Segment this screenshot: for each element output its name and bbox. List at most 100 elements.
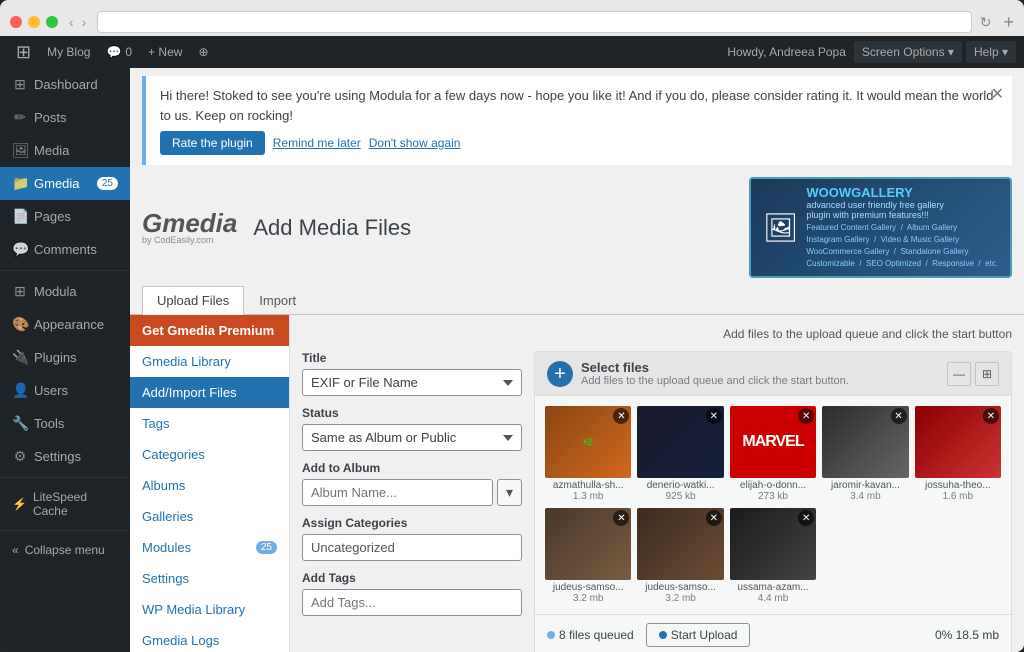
wp-logo-icon: ⊞: [16, 42, 31, 63]
queued-info: 8 files queued: [547, 628, 634, 642]
address-bar[interactable]: [97, 11, 971, 33]
sidebar-item-appearance[interactable]: 🎨 Appearance: [0, 308, 130, 341]
nav-modules[interactable]: Modules 25: [130, 532, 289, 563]
file-thumb-5[interactable]: ✕ judeus-samso... 3.2 mb: [545, 508, 631, 604]
sidebar-item-modula[interactable]: ⊞ Modula: [0, 275, 130, 308]
gmedia-icon: 📁: [12, 175, 28, 192]
thumb-size-0: 1.3 mb: [545, 491, 631, 502]
new-item[interactable]: + New: [140, 36, 190, 68]
reload-icon[interactable]: ↻: [980, 14, 992, 31]
expand-dropzone-button[interactable]: ⊞: [975, 362, 999, 386]
nav-settings[interactable]: Settings: [130, 563, 289, 594]
tools-icon: 🔧: [12, 415, 28, 432]
woow-features: Featured Content Gallery / Album Gallery…: [806, 222, 998, 270]
album-dropdown-button[interactable]: ▾: [497, 479, 522, 506]
sidebar-item-comments[interactable]: 💬 Comments: [0, 233, 130, 266]
queue-dot-icon: [547, 631, 555, 639]
rate-plugin-button[interactable]: Rate the plugin: [160, 131, 265, 155]
back-button[interactable]: ‹: [66, 14, 77, 30]
sidebar-item-posts[interactable]: ✏ Posts: [0, 101, 130, 134]
tags-label: Add Tags: [302, 571, 522, 585]
comments-item[interactable]: 💬 0: [98, 36, 140, 68]
sidebar-item-settings[interactable]: ⚙ Settings: [0, 440, 130, 473]
dropzone-controls: — ⊞: [947, 362, 999, 386]
woow-gallery-banner[interactable]: 🖼 WOOWGALLERY advanced user friendly fre…: [749, 177, 1012, 278]
sidebar-item-gmedia[interactable]: 📁 Gmedia 25: [0, 167, 130, 200]
help-button[interactable]: Help ▾: [966, 41, 1016, 63]
thumb-name-0: azmathulla-sh...: [545, 480, 631, 491]
collapse-menu-item[interactable]: « Collapse menu: [0, 535, 130, 565]
sidebar-item-media[interactable]: 🖼 Media: [0, 134, 130, 167]
album-field-group: Add to Album ▾: [302, 461, 522, 506]
tab-import[interactable]: Import: [244, 286, 311, 314]
my-blog-label: My Blog: [47, 45, 90, 59]
nav-gmedia-logs[interactable]: Gmedia Logs: [130, 625, 289, 652]
sidebar-item-plugins[interactable]: 🔌 Plugins: [0, 341, 130, 374]
file-thumb-3[interactable]: ✕ jaromir-kavan... 3.4 mb: [822, 406, 908, 502]
tab-upload-files[interactable]: Upload Files: [142, 286, 244, 315]
sidebar-item-pages[interactable]: 📄 Pages: [0, 200, 130, 233]
sidebar-label-settings: Settings: [34, 449, 81, 464]
sidebar-item-tools[interactable]: 🔧 Tools: [0, 407, 130, 440]
file-thumb-6[interactable]: ✕ judeus-samso... 3.2 mb: [637, 508, 723, 604]
new-tab-button[interactable]: +: [1003, 12, 1014, 33]
tags-input[interactable]: [302, 589, 522, 616]
minimize-button[interactable]: [28, 16, 40, 28]
file-thumb-4[interactable]: ✕ jossuha-theo... 1.6 mb: [915, 406, 1001, 502]
nav-categories[interactable]: Categories: [130, 439, 289, 470]
fullscreen-button[interactable]: [46, 16, 58, 28]
album-input[interactable]: [302, 479, 493, 506]
nav-tags[interactable]: Tags: [130, 408, 289, 439]
remove-file-4[interactable]: ✕: [983, 408, 999, 424]
thumb-size-5: 3.2 mb: [545, 593, 631, 604]
compass-item[interactable]: ⊕: [190, 36, 216, 68]
thumb-name-4: jossuha-theo...: [915, 480, 1001, 491]
sidebar-item-litespeed[interactable]: ⚡ LiteSpeed Cache: [0, 482, 130, 526]
comments-count: 0: [125, 45, 132, 59]
file-drop-zone[interactable]: + Select files Add files to the upload q…: [534, 351, 1012, 652]
get-gmedia-premium-button[interactable]: Get Gmedia Premium: [130, 315, 289, 346]
media-icon: 🖼: [12, 142, 28, 159]
file-thumb-1[interactable]: ✕ denerio-watki... 925 kb: [637, 406, 723, 502]
user-info[interactable]: Howdy, Andreea Popa: [719, 36, 854, 68]
my-blog-item[interactable]: My Blog: [39, 36, 98, 68]
forward-button[interactable]: ›: [79, 14, 90, 30]
upload-area: Add files to the upload queue and click …: [290, 315, 1024, 652]
traffic-lights: [10, 16, 58, 28]
nav-add-import-files[interactable]: Add/Import Files: [130, 377, 289, 408]
status-select[interactable]: Same as Album or Public: [302, 424, 522, 451]
categories-input[interactable]: [302, 534, 522, 561]
sidebar-item-dashboard[interactable]: ⊞ Dashboard: [0, 68, 130, 101]
nav-wp-media-library[interactable]: WP Media Library: [130, 594, 289, 625]
remind-later-button[interactable]: Remind me later: [273, 136, 361, 150]
content-wrapper: Get Gmedia Premium Gmedia Library Add/Im…: [130, 315, 1024, 652]
file-thumb-2[interactable]: MARVEL ✕ elijah-o-donn... 273 kb: [730, 406, 816, 502]
remove-file-6[interactable]: ✕: [706, 510, 722, 526]
nav-galleries[interactable]: Galleries: [130, 501, 289, 532]
sidebar-item-users[interactable]: 👤 Users: [0, 374, 130, 407]
dont-show-button[interactable]: Don't show again: [369, 136, 461, 150]
notice-close-button[interactable]: ✕: [991, 84, 1004, 104]
file-thumb-0[interactable]: 🌿 ✕ azmathulla-sh... 1.3 mb: [545, 406, 631, 502]
screen-options-button[interactable]: Screen Options ▾: [854, 41, 962, 63]
collapse-icon: «: [12, 543, 19, 557]
close-button[interactable]: [10, 16, 22, 28]
file-thumb-7[interactable]: ✕ ussama-azam... 4.4 mb: [730, 508, 816, 604]
wp-logo-item[interactable]: ⊞: [8, 36, 39, 68]
thumb-size-3: 3.4 mb: [822, 491, 908, 502]
sidebar-divider-2: [0, 477, 130, 478]
thumb-name-2: elijah-o-donn...: [730, 480, 816, 491]
sidebar-label-dashboard: Dashboard: [34, 77, 98, 92]
form-fields: Title EXIF or File Name Status Same as A…: [302, 351, 522, 652]
notice-message: Hi there! Stoked to see you're using Mod…: [160, 88, 994, 123]
nav-albums[interactable]: Albums: [130, 470, 289, 501]
minimize-dropzone-button[interactable]: —: [947, 362, 971, 386]
sidebar-label-modula: Modula: [34, 284, 77, 299]
nav-gmedia-library[interactable]: Gmedia Library: [130, 346, 289, 377]
add-files-button[interactable]: +: [547, 361, 573, 387]
remove-file-1[interactable]: ✕: [706, 408, 722, 424]
gmedia-page-title: Add Media Files: [253, 215, 411, 241]
remove-file-3[interactable]: ✕: [891, 408, 907, 424]
title-select[interactable]: EXIF or File Name: [302, 369, 522, 396]
start-upload-button[interactable]: Start Upload: [646, 623, 751, 647]
